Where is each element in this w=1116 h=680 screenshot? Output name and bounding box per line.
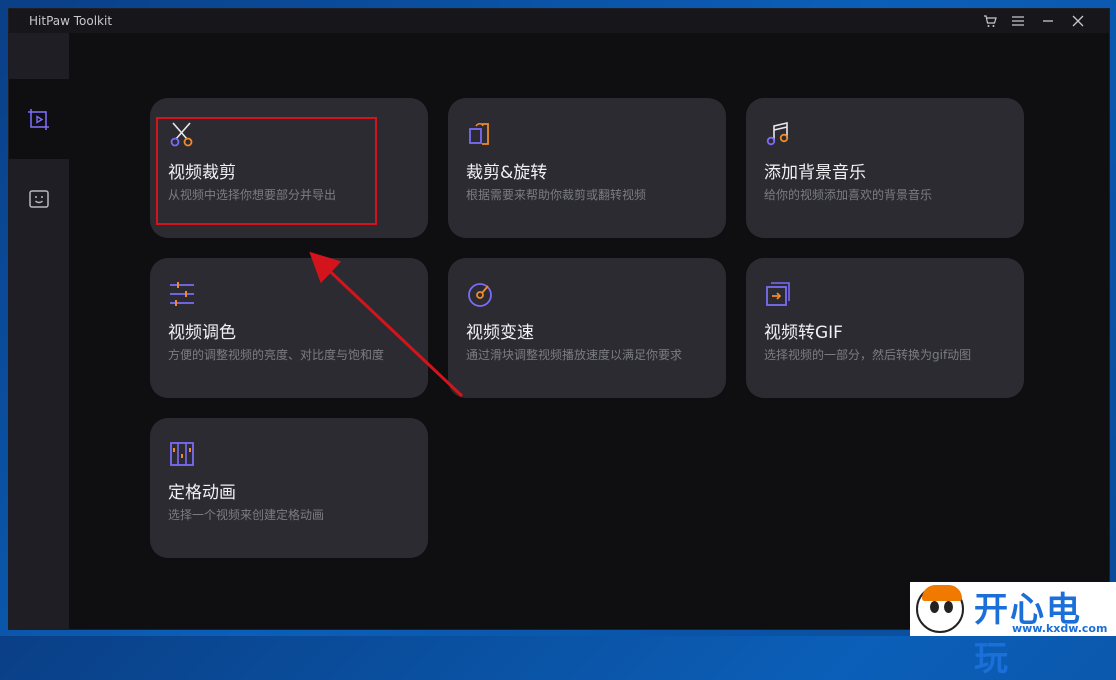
card-speed[interactable]: 视频变速 通过滑块调整视频播放速度以满足你要求	[448, 258, 726, 398]
minimize-icon[interactable]	[1037, 11, 1059, 31]
title-bar: HitPaw Toolkit	[9, 9, 1109, 33]
card-title: 定格动画	[168, 483, 236, 503]
card-title: 视频裁剪	[168, 163, 236, 183]
music-note-icon	[766, 121, 789, 146]
card-title: 视频调色	[168, 323, 236, 343]
crop-rotate-icon	[469, 122, 489, 145]
face-icon	[29, 190, 49, 208]
watermark-url: www.kxdw.com	[1012, 622, 1108, 635]
card-desc: 通过滑块调整视频播放速度以满足你要求	[466, 348, 683, 362]
card-crop-rotate[interactable]: 裁剪&旋转 根据需要来帮助你裁剪或翻转视频	[448, 98, 726, 238]
speedometer-icon	[468, 283, 492, 307]
card-title: 裁剪&旋转	[466, 163, 548, 183]
card-add-music[interactable]: 添加背景音乐 给你的视频添加喜欢的背景音乐	[746, 98, 1024, 238]
card-desc: 从视频中选择你想要部分并导出	[168, 188, 337, 202]
card-desc: 选择视频的一部分，然后转换为gif动图	[764, 348, 972, 362]
close-icon[interactable]	[1067, 11, 1089, 31]
card-video-to-gif[interactable]: 视频转GIF 选择视频的一部分，然后转换为gif动图	[746, 258, 1024, 398]
card-desc: 给你的视频添加喜欢的背景音乐	[764, 188, 933, 202]
card-video-trim[interactable]: 视频裁剪 从视频中选择你想要部分并导出	[150, 98, 428, 238]
watermark-logo: 开心电玩 www.kxdw.com	[910, 582, 1116, 679]
menu-icon[interactable]	[1007, 11, 1029, 31]
card-title: 视频转GIF	[764, 323, 843, 343]
sidebar-item-video[interactable]	[9, 79, 69, 159]
sliders-icon	[170, 282, 194, 306]
sidebar	[9, 33, 69, 629]
mascot-icon	[916, 585, 964, 633]
card-title: 添加背景音乐	[764, 163, 866, 183]
card-stop-motion[interactable]: 定格动画 选择一个视频来创建定格动画	[150, 418, 428, 558]
gif-convert-icon	[766, 282, 790, 306]
card-desc: 方便的调整视频的亮度、对比度与饱和度	[168, 348, 385, 362]
sidebar-item-face[interactable]	[9, 159, 69, 239]
window-title: HitPaw Toolkit	[29, 14, 113, 28]
card-desc: 选择一个视频来创建定格动画	[168, 508, 325, 522]
card-desc: 根据需要来帮助你裁剪或翻转视频	[466, 188, 647, 202]
scissors-icon	[170, 122, 193, 147]
cart-icon[interactable]	[979, 11, 1001, 31]
film-frames-icon	[170, 442, 194, 466]
card-color-grade[interactable]: 视频调色 方便的调整视频的亮度、对比度与饱和度	[150, 258, 428, 398]
video-edit-icon	[28, 109, 49, 130]
card-title: 视频变速	[466, 323, 534, 343]
